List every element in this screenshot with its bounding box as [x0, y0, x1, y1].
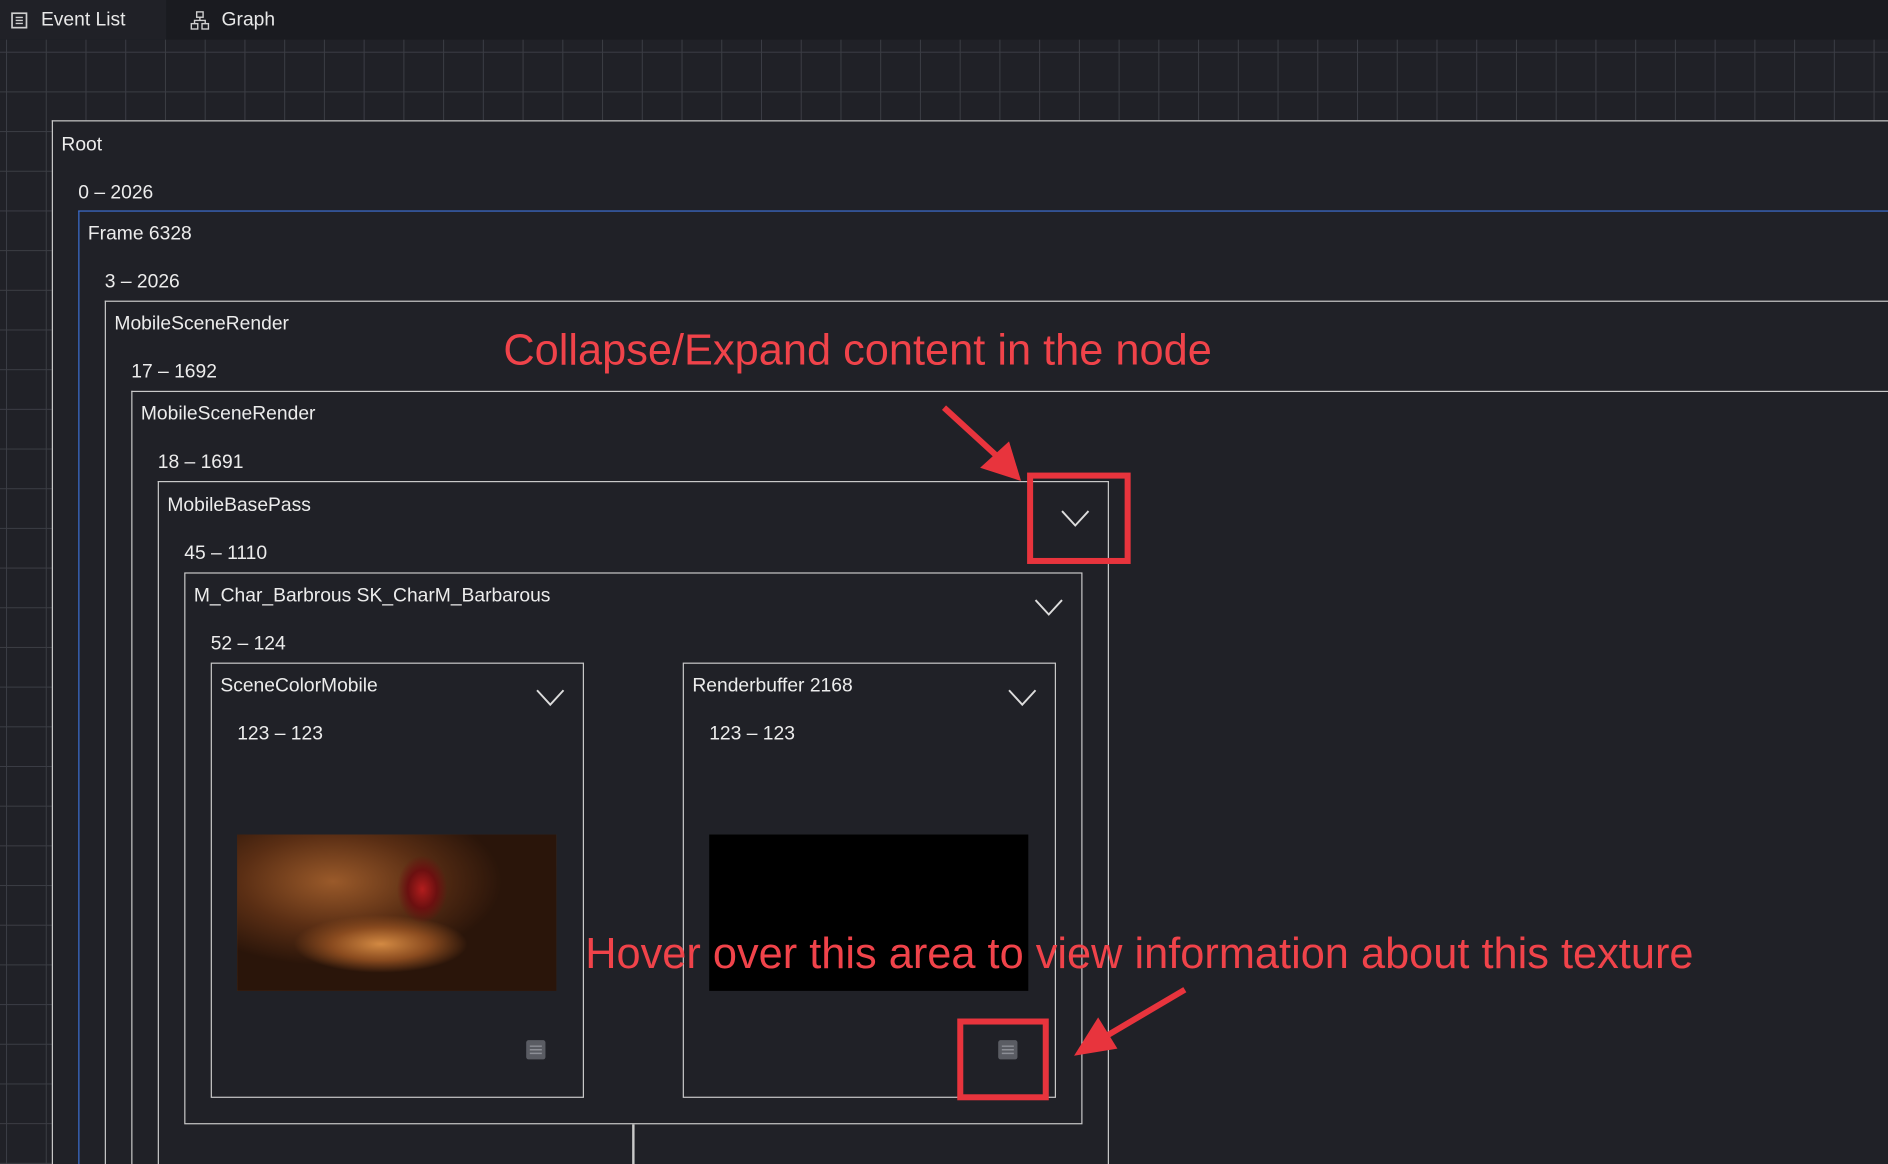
- node-basepass-title: MobileBasePass: [167, 495, 311, 516]
- connector-line: [632, 1124, 634, 1164]
- node-scene-color-mobile[interactable]: SceneColorMobile 123 – 123: [210, 662, 584, 1098]
- node-scenecolor-range: 123 – 123: [237, 723, 323, 745]
- tab-event-list-label: Event List: [40, 9, 126, 30]
- tab-bar: Event List Graph: [0, 0, 1888, 40]
- arrow-icon: [1074, 987, 1187, 1056]
- chevron-down-icon[interactable]: [1007, 688, 1038, 707]
- node-frame-title: Frame 6328: [87, 223, 192, 245]
- texture-preview-scene-color[interactable]: [237, 834, 557, 991]
- node-root-range: 0 – 2026: [78, 182, 154, 204]
- node-scenecolor-title: SceneColorMobile: [220, 675, 378, 697]
- node-scene1-title: MobileSceneRender: [114, 313, 289, 335]
- highlight-texture-info-box: [957, 1018, 1049, 1101]
- annotation-collapse: Collapse/Expand content in the node: [503, 324, 1212, 374]
- chevron-down-icon[interactable]: [1033, 598, 1064, 617]
- node-scene2-title: MobileSceneRender: [140, 404, 316, 425]
- texture-info-icon[interactable]: [525, 1039, 547, 1061]
- tab-event-list[interactable]: Event List: [0, 0, 167, 40]
- node-root-title: Root: [61, 134, 103, 156]
- node-scene2-range: 18 – 1691: [157, 452, 244, 473]
- chevron-down-icon[interactable]: [535, 688, 566, 707]
- node-scene1-range: 17 – 1692: [131, 361, 217, 383]
- node-mchar-title: M_Char_Barbrous SK_CharM_Barbarous: [193, 585, 551, 607]
- highlight-collapse-box: [1027, 472, 1131, 564]
- node-basepass-range: 45 – 1110: [184, 543, 268, 564]
- arrow-icon: [941, 405, 1022, 481]
- graph-icon: [190, 10, 210, 30]
- graph-canvas[interactable]: Root 0 – 2026 Frame 6328 3 – 2026 Mobile…: [0, 39, 1888, 1164]
- annotation-hover: Hover over this area to view information…: [585, 928, 1694, 978]
- node-frame-range: 3 – 2026: [104, 271, 180, 293]
- node-mchar-range: 52 – 124: [210, 633, 286, 655]
- list-icon: [11, 11, 28, 28]
- tab-graph-label: Graph: [221, 9, 276, 30]
- node-renderbuffer-range: 123 – 123: [709, 723, 795, 745]
- node-renderbuffer-title: Renderbuffer 2168: [692, 675, 853, 697]
- tab-graph[interactable]: Graph: [181, 0, 347, 40]
